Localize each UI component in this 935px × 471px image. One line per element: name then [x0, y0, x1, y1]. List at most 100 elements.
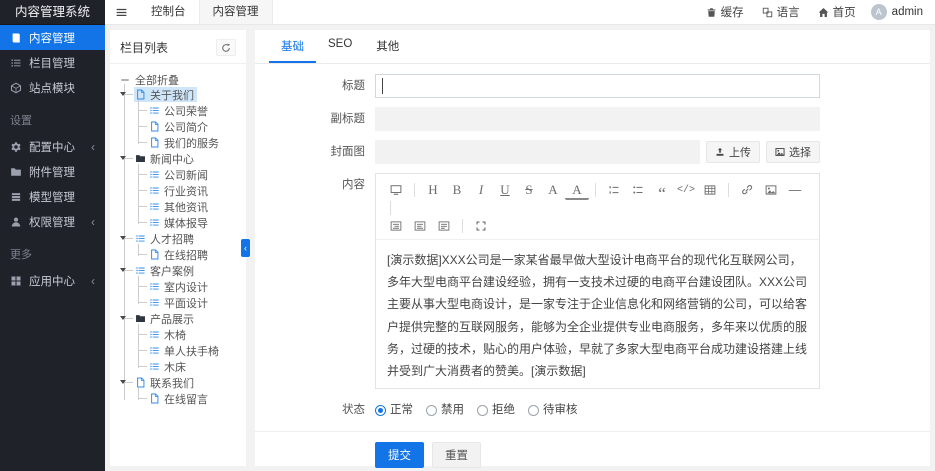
tree-item[interactable]: 人才招聘: [120, 231, 197, 246]
sidebar-item[interactable]: 配置中心 ‹: [0, 134, 105, 159]
tree-item[interactable]: 单人扶手椅: [138, 343, 222, 358]
folder-icon: [136, 315, 145, 322]
tree-item[interactable]: 在线留言: [138, 391, 211, 406]
tree-item[interactable]: 其他资讯: [138, 199, 211, 214]
radio-icon: [426, 404, 437, 416]
sidebar-item[interactable]: 附件管理: [0, 159, 105, 184]
tree-item[interactable]: 木床: [138, 359, 189, 374]
form-tab[interactable]: 基础: [269, 30, 316, 63]
tree-item[interactable]: 联系我们: [120, 375, 197, 390]
file-icon: [151, 249, 159, 260]
tree-item[interactable]: 公司新闻: [138, 167, 211, 182]
tree-item[interactable]: 平面设计: [138, 295, 211, 310]
radio-icon: [528, 404, 539, 416]
horizontal-rule-button[interactable]: —: [783, 179, 807, 201]
outdent-button[interactable]: [408, 215, 432, 237]
minus-icon: [121, 79, 129, 80]
tree-item-label: 客户案例: [150, 265, 194, 278]
topbar-action[interactable]: 缓存: [697, 4, 753, 20]
title-input[interactable]: [375, 74, 820, 98]
tree-item[interactable]: 在线招聘: [138, 247, 211, 262]
sidebar-item[interactable]: 内容管理: [0, 25, 105, 50]
tree-item[interactable]: 新闻中心: [120, 151, 197, 166]
topbar-action[interactable]: 首页: [809, 4, 865, 20]
form-tabs: 基础 SEO 其他: [255, 30, 930, 64]
tree-item[interactable]: 我们的服务: [138, 135, 222, 150]
tree-node: 媒体报导: [138, 215, 240, 231]
cover-row: 封面图 上传 选择: [255, 140, 930, 164]
category-panel-header: 栏目列表: [110, 30, 246, 64]
topbar-action[interactable]: 语言: [753, 4, 809, 20]
editor-content[interactable]: [演示数据]XXX公司是一家某省最早做大型设计电商平台的现代化互联网公司，多年大…: [376, 240, 819, 388]
unordered-list-button[interactable]: [626, 179, 650, 201]
upload-button[interactable]: 上传: [706, 141, 760, 163]
quote-button[interactable]: “: [650, 179, 674, 202]
list-icon: [150, 219, 159, 226]
sidebar-item[interactable]: 权限管理 ‹: [0, 209, 105, 234]
table-button[interactable]: [698, 179, 722, 201]
radio-icon: [375, 404, 386, 416]
heading-button[interactable]: H: [421, 179, 445, 201]
ordered-list-button[interactable]: [602, 179, 626, 201]
tree-item[interactable]: 客户案例: [120, 263, 197, 278]
status-radio[interactable]: 拒绝: [477, 398, 515, 422]
sidebar-item-label: 栏目管理: [29, 57, 75, 70]
strikethrough-button[interactable]: S: [517, 179, 541, 201]
sidebar-item[interactable]: 栏目管理: [0, 50, 105, 75]
indent-button[interactable]: [384, 215, 408, 237]
fullscreen-button[interactable]: [469, 215, 493, 237]
tree-item[interactable]: 木椅: [138, 327, 189, 342]
refresh-icon: [222, 43, 231, 52]
image-button[interactable]: [759, 179, 783, 201]
cube-icon: [10, 82, 22, 93]
tree-item[interactable]: 媒体报导: [138, 215, 211, 230]
collapse-all-label: 全部折叠: [135, 74, 179, 87]
tree-item[interactable]: 行业资讯: [138, 183, 211, 198]
bold-button[interactable]: B: [445, 179, 469, 201]
tree-children: 木椅 单人扶手椅 木床: [134, 324, 240, 375]
expander-icon: [120, 380, 126, 384]
menu-toggle-button[interactable]: [105, 6, 138, 19]
user-menu[interactable]: Aadmin: [865, 4, 935, 20]
file-icon: [137, 89, 145, 100]
font-button[interactable]: A: [541, 179, 565, 201]
refresh-button[interactable]: [216, 39, 236, 56]
submit-button[interactable]: 提交: [375, 442, 424, 468]
status-radio-label: 待审核: [543, 404, 578, 416]
preview-button[interactable]: [384, 179, 408, 201]
font-color-button[interactable]: A: [565, 182, 589, 200]
tree-item[interactable]: 室内设计: [138, 279, 211, 294]
form-tab[interactable]: 其他: [364, 30, 411, 63]
status-radio[interactable]: 待审核: [528, 398, 578, 422]
choose-image-button[interactable]: 选择: [766, 141, 820, 163]
category-panel: 栏目列表 全部折叠 关于我们公司荣誉 公司简介 我们的服务 新闻中心 公司新闻 行业资讯其…: [110, 30, 250, 466]
tree-item[interactable]: 产品展示: [120, 311, 197, 326]
italic-button[interactable]: I: [469, 179, 493, 201]
tree-item[interactable]: 公司简介: [138, 119, 211, 134]
underline-button[interactable]: U: [493, 179, 517, 201]
reset-button[interactable]: 重置: [432, 442, 481, 468]
code-button[interactable]: </>: [674, 179, 698, 201]
link-button[interactable]: [735, 179, 759, 201]
topbar-tab[interactable]: 内容管理: [198, 0, 273, 24]
topbar-tab[interactable]: 控制台: [138, 0, 199, 24]
tree-item-label: 关于我们: [150, 89, 194, 102]
panel-collapse-handle[interactable]: ‹: [241, 239, 250, 257]
avatar: A: [870, 4, 887, 20]
topbar-tabs: 控制台 内容管理: [138, 0, 273, 24]
collapse-all-button[interactable]: 全部折叠: [120, 72, 240, 87]
form-tab[interactable]: SEO: [316, 30, 364, 63]
subtitle-input[interactable]: [375, 107, 820, 131]
cover-input[interactable]: [375, 140, 700, 164]
tree-item-label: 公司荣誉: [164, 105, 208, 118]
status-radio[interactable]: 禁用: [426, 398, 464, 422]
sidebar-item[interactable]: 站点模块: [0, 75, 105, 100]
sidebar-item[interactable]: 模型管理: [0, 184, 105, 209]
topbar-action-label: 首页: [832, 7, 856, 19]
align-left-button[interactable]: [432, 215, 456, 237]
status-radio[interactable]: 正常: [375, 398, 413, 422]
tree-item[interactable]: 公司荣誉: [138, 103, 211, 118]
sidebar-item[interactable]: 应用中心 ‹: [0, 268, 105, 293]
tree-item[interactable]: 关于我们: [120, 87, 197, 102]
align-left-icon: [438, 221, 450, 231]
